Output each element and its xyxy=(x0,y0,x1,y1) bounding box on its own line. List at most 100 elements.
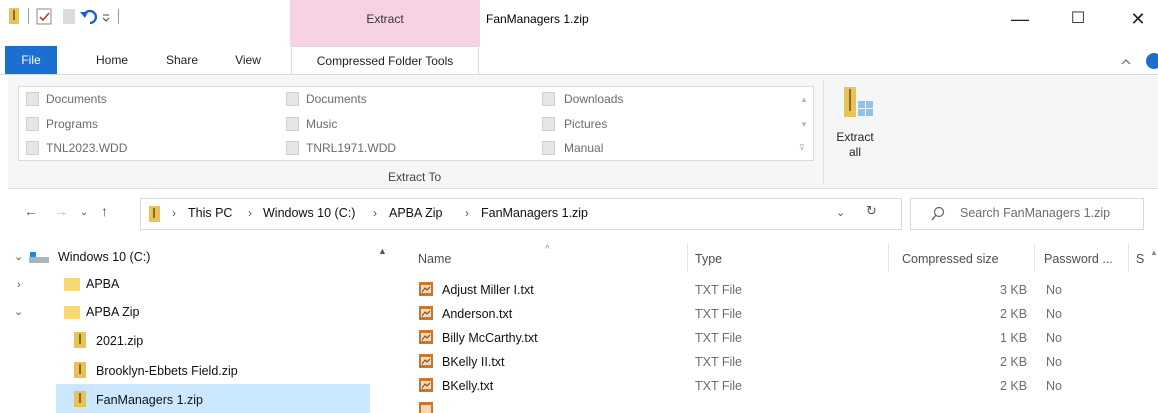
search-icon xyxy=(931,206,945,221)
forward-arrow-icon[interactable]: → xyxy=(54,203,68,219)
text-file-icon xyxy=(419,282,433,296)
destination-pictures[interactable]: Pictures xyxy=(564,117,607,131)
nav-item-brooklyn-ebbets[interactable]: Brooklyn-Ebbets Field.zip xyxy=(96,364,238,378)
undo-icon xyxy=(80,9,98,25)
file-type: TXT File xyxy=(695,283,742,297)
destination-tnl2023[interactable]: TNL2023.WDD xyxy=(46,141,127,155)
folder-icon xyxy=(542,117,555,131)
back-arrow-icon[interactable]: ← xyxy=(24,203,38,219)
expanded-chevron-icon[interactable]: ⌄ xyxy=(14,305,23,318)
destination-tnrl1971[interactable]: TNRL1971.WDD xyxy=(306,141,396,155)
extract-all-icon[interactable] xyxy=(840,85,880,123)
destination-programs[interactable]: Programs xyxy=(46,117,98,131)
file-type: TXT File xyxy=(695,331,742,345)
column-type[interactable]: Type xyxy=(695,252,722,266)
nav-item-apba[interactable]: APBA xyxy=(86,277,119,291)
file-password: No xyxy=(1046,307,1062,321)
text-file-icon xyxy=(419,354,433,368)
document-icon xyxy=(26,92,39,106)
column-compressed-size[interactable]: Compressed size xyxy=(902,252,999,266)
tab-share[interactable]: Share xyxy=(156,46,208,74)
file-password: No xyxy=(1046,355,1062,369)
destination-documents-2[interactable]: Documents xyxy=(306,92,367,106)
help-icon xyxy=(1146,53,1158,69)
breadcrumb-apba-zip[interactable]: APBA Zip xyxy=(389,206,443,220)
column-separator[interactable] xyxy=(687,244,688,272)
file-name: BKelly.txt xyxy=(442,379,494,393)
file-size: 2 KB xyxy=(1000,379,1028,393)
folder-icon xyxy=(542,92,555,106)
collapse-ribbon-icon xyxy=(1121,59,1131,65)
tab-file[interactable]: File xyxy=(5,46,57,74)
recent-locations-chevron-icon[interactable]: ⌄ xyxy=(80,207,88,218)
column-password[interactable]: Password ... xyxy=(1044,252,1113,266)
extract-all-label-line2: all xyxy=(848,145,861,159)
up-arrow-icon[interactable]: ↑ xyxy=(101,203,108,219)
file-name: Billy McCarthy.txt xyxy=(442,331,538,345)
folder-icon xyxy=(286,117,299,131)
gallery-scroll-down-icon[interactable]: ▼ xyxy=(800,120,808,129)
drive-icon xyxy=(29,252,49,263)
list-scroll-up-icon[interactable]: ▲ xyxy=(1150,248,1158,257)
file-size: 3 KB xyxy=(1000,283,1028,297)
zip-folder-icon xyxy=(9,8,19,24)
close-button[interactable]: ✕ xyxy=(1118,6,1158,32)
minimize-button[interactable]: — xyxy=(1000,6,1040,32)
breadcrumb-separator-icon[interactable]: › xyxy=(172,206,176,220)
file-size: 1 KB xyxy=(1000,331,1028,345)
breadcrumb-separator-icon[interactable]: › xyxy=(248,206,252,220)
breadcrumb-separator-icon[interactable]: › xyxy=(373,206,377,220)
file-name: BKelly II.txt xyxy=(442,355,505,369)
zip-folder-icon xyxy=(149,206,160,222)
zip-folder-icon xyxy=(74,332,86,348)
destination-documents-1[interactable]: Documents xyxy=(46,92,107,106)
tab-view[interactable]: View xyxy=(222,46,274,74)
breadcrumb-fanmanagers[interactable]: FanManagers 1.zip xyxy=(481,206,588,220)
column-s[interactable]: S xyxy=(1136,252,1144,266)
gallery-more-icon[interactable]: ⊽ xyxy=(799,143,805,152)
destination-manual[interactable]: Manual xyxy=(564,141,603,155)
column-separator[interactable] xyxy=(1128,244,1129,272)
column-separator[interactable] xyxy=(1034,244,1035,272)
column-separator[interactable] xyxy=(888,244,889,272)
extract-all-button[interactable]: Extract all xyxy=(825,130,885,160)
nav-item-2021-zip[interactable]: 2021.zip xyxy=(96,334,143,348)
quick-access-toolbar xyxy=(9,8,119,25)
zip-folder-icon xyxy=(74,391,86,407)
sort-ascending-icon: ^ xyxy=(545,244,550,255)
file-type: TXT File xyxy=(695,379,742,393)
zip-folder-icon xyxy=(74,362,86,378)
extract-destination-gallery xyxy=(18,86,814,161)
folder-icon xyxy=(64,306,80,319)
column-name[interactable]: Name xyxy=(418,252,451,266)
group-label-extract-to: Extract To xyxy=(388,170,442,184)
ribbon-controls xyxy=(1121,53,1158,69)
tab-home[interactable]: Home xyxy=(86,46,138,74)
folder-icon xyxy=(64,278,80,291)
properties-icon xyxy=(36,8,52,25)
destination-downloads[interactable]: Downloads xyxy=(564,92,623,106)
destination-music[interactable]: Music xyxy=(306,117,337,131)
search-input[interactable]: Search FanManagers 1.zip xyxy=(960,206,1110,220)
nav-scroll-up-icon[interactable]: ▲ xyxy=(378,246,387,256)
ribbon-group-separator xyxy=(823,80,824,184)
gallery-scroll-up-icon[interactable]: ▲ xyxy=(800,95,808,104)
extract-all-label-line1: Extract xyxy=(836,130,874,144)
breadcrumb-this-pc[interactable]: This PC xyxy=(188,206,232,220)
file-size: 2 KB xyxy=(1000,355,1028,369)
refresh-icon[interactable]: ↻ xyxy=(866,203,877,219)
nav-item-windows-10[interactable]: Windows 10 (C:) xyxy=(58,250,150,264)
expanded-chevron-icon[interactable]: ⌄ xyxy=(14,250,23,263)
maximize-button[interactable]: ☐ xyxy=(1058,6,1098,32)
file-password: No xyxy=(1046,283,1062,297)
address-dropdown-chevron-icon[interactable]: ⌄ xyxy=(836,206,845,219)
file-name: Adjust Miller I.txt xyxy=(442,283,534,297)
breadcrumb-separator-icon[interactable]: › xyxy=(465,206,469,220)
file-size: 2 KB xyxy=(1000,307,1028,321)
nav-item-fanmanagers[interactable]: FanManagers 1.zip xyxy=(96,393,203,407)
nav-item-apba-zip[interactable]: APBA Zip xyxy=(86,305,140,319)
file-password: No xyxy=(1046,331,1062,345)
breadcrumb-windows-10[interactable]: Windows 10 (C:) xyxy=(263,206,355,220)
collapsed-chevron-icon[interactable]: › xyxy=(17,279,21,291)
tab-compressed-folder-tools[interactable]: Compressed Folder Tools xyxy=(291,46,479,75)
